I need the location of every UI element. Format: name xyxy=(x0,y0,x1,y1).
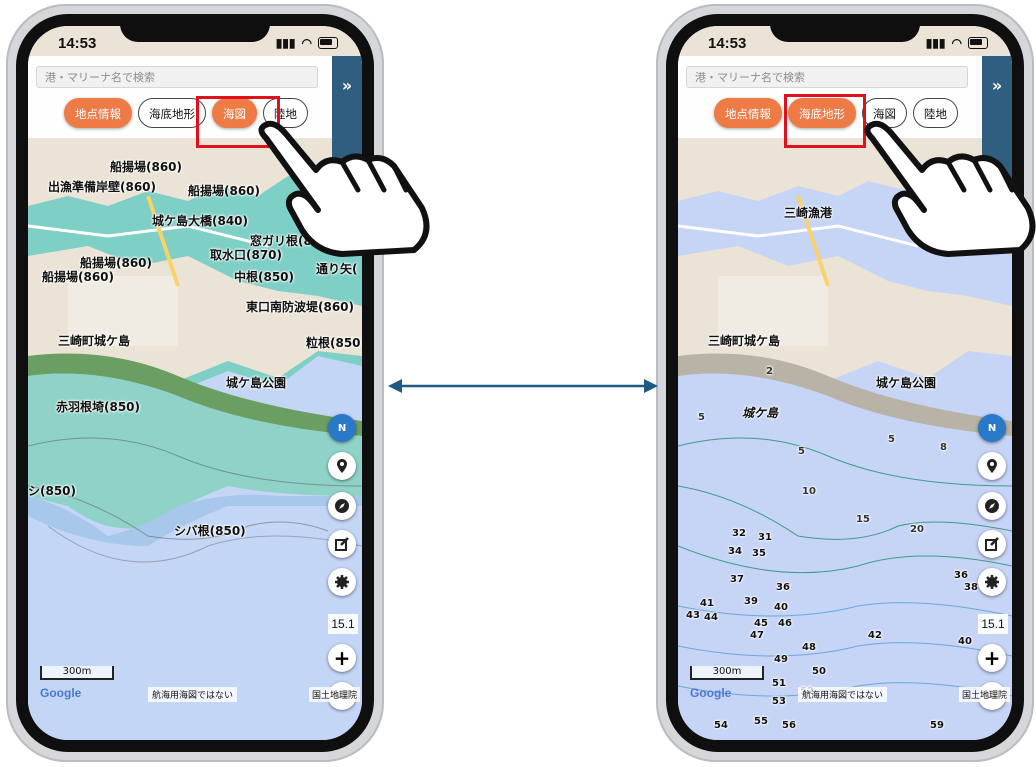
depth-label: 55 xyxy=(754,716,768,727)
edit-icon xyxy=(985,537,999,551)
map-label: 城ケ島 xyxy=(742,406,779,420)
double-arrow-icon xyxy=(388,379,658,393)
map-label: シバ根(850) xyxy=(174,524,246,538)
depth-label: 36 xyxy=(954,570,968,581)
wifi-icon: ◠ xyxy=(951,36,962,50)
battery-icon xyxy=(968,37,988,49)
depth-label: 39 xyxy=(744,596,758,607)
depth-label: 2 xyxy=(766,366,773,377)
depth-label: 49 xyxy=(774,654,788,665)
depth-label: 38 xyxy=(964,582,978,593)
depth-label: 5 xyxy=(888,434,895,445)
gear-icon xyxy=(985,575,999,589)
scale-bar: 300m xyxy=(690,666,764,680)
map-label: 東口南防波堤(860) xyxy=(246,300,355,314)
depth-label: 50 xyxy=(812,666,826,677)
map-label: シ(850) xyxy=(28,484,77,498)
map-label: 粒根(850 xyxy=(306,336,361,350)
zoom-level: 15.1 xyxy=(328,614,358,634)
compass-icon xyxy=(985,499,999,513)
map-label: 出漁準備岸壁(860) xyxy=(48,180,157,194)
depth-label: 15 xyxy=(856,514,870,525)
map-label: 城ケ島公園 xyxy=(226,376,287,390)
map-label: 船揚場(860) xyxy=(110,160,183,174)
compass-button[interactable] xyxy=(328,492,356,520)
google-logo: Google xyxy=(690,686,732,700)
depth-label: 51 xyxy=(772,678,786,689)
battery-icon xyxy=(318,37,338,49)
depth-label: 35 xyxy=(752,548,766,559)
depth-label: 32 xyxy=(732,528,746,539)
wifi-icon: ◠ xyxy=(301,36,312,50)
status-time: 14:53 xyxy=(708,34,747,52)
depth-label: 44 xyxy=(704,612,718,623)
depth-label: 42 xyxy=(868,630,882,641)
edit-icon xyxy=(335,537,349,551)
depth-label: 47 xyxy=(750,630,764,641)
depth-label: 5 xyxy=(798,446,805,457)
disclaimer-text: 航海用海図ではない xyxy=(148,687,238,702)
depth-label: 54 xyxy=(714,720,728,731)
map-label: 通り矢( xyxy=(316,262,358,276)
map-label: 三崎町城ケ島 xyxy=(708,334,781,348)
edit-button[interactable] xyxy=(328,530,356,558)
compass-button[interactable] xyxy=(978,492,1006,520)
map-label: 三崎漁港 xyxy=(784,206,833,220)
depth-label: 53 xyxy=(772,696,786,707)
edit-button[interactable] xyxy=(978,530,1006,558)
attribution-text: 国土地理院 xyxy=(308,687,360,702)
signal-icon: ▮▮▮ xyxy=(275,36,296,50)
north-compass-button[interactable]: N xyxy=(978,414,1006,442)
north-compass-button[interactable]: N xyxy=(328,414,356,442)
map-label: 中根(850) xyxy=(234,270,295,284)
signal-icon: ▮▮▮ xyxy=(925,36,946,50)
google-logo: Google xyxy=(40,686,82,700)
map-label: 城ケ島公園 xyxy=(876,376,937,390)
zoom-level: 15.1 xyxy=(978,614,1008,634)
map-label: 三崎町城ケ島 xyxy=(58,334,131,348)
depth-label: 45 xyxy=(754,618,768,629)
depth-label: 20 xyxy=(910,524,924,535)
attribution-text: 国土地理院 xyxy=(958,687,1010,702)
settings-button[interactable] xyxy=(978,568,1006,596)
status-bar: 14:53 ▮▮▮ ◠ xyxy=(58,34,338,52)
depth-label: 37 xyxy=(730,574,744,585)
location-pin-icon xyxy=(987,459,997,473)
depth-label: 43 xyxy=(686,610,700,621)
disclaimer-text: 航海用海図ではない xyxy=(798,687,888,702)
zoom-in-button[interactable]: + xyxy=(328,644,356,672)
depth-label: 46 xyxy=(778,618,792,629)
pointing-hand-icon xyxy=(864,120,1036,257)
settings-button[interactable] xyxy=(328,568,356,596)
depth-label: 10 xyxy=(802,486,816,497)
depth-label: 41 xyxy=(700,598,714,609)
pointing-hand-icon xyxy=(258,120,430,257)
depth-label: 40 xyxy=(774,602,788,613)
map-label: 船揚場(860) xyxy=(42,270,115,284)
map-label: 赤羽根埼(850) xyxy=(56,400,141,414)
depth-label: 59 xyxy=(930,720,944,731)
depth-label: 48 xyxy=(802,642,816,653)
point-info-button[interactable]: 地点情報 xyxy=(64,98,132,128)
location-pin-button[interactable] xyxy=(978,452,1006,480)
location-pin-button[interactable] xyxy=(328,452,356,480)
depth-label: 31 xyxy=(758,532,772,543)
compass-icon xyxy=(335,499,349,513)
gear-icon xyxy=(335,575,349,589)
depth-label: 40 xyxy=(958,636,972,647)
location-pin-icon xyxy=(337,459,347,473)
depth-label: 36 xyxy=(776,582,790,593)
status-time: 14:53 xyxy=(58,34,97,52)
status-bar: 14:53 ▮▮▮ ◠ xyxy=(708,34,988,52)
zoom-in-button[interactable]: + xyxy=(978,644,1006,672)
scale-bar: 300m xyxy=(40,666,114,680)
depth-label: 5 xyxy=(698,412,705,423)
search-input[interactable]: 港・マリーナ名で検索 xyxy=(686,66,968,88)
depth-label: 34 xyxy=(728,546,742,557)
search-input[interactable]: 港・マリーナ名で検索 xyxy=(36,66,318,88)
point-info-button[interactable]: 地点情報 xyxy=(714,98,782,128)
depth-label: 56 xyxy=(782,720,796,731)
map-label: 城ケ島大橋(840) xyxy=(152,214,249,228)
depth-label: 8 xyxy=(940,442,947,453)
